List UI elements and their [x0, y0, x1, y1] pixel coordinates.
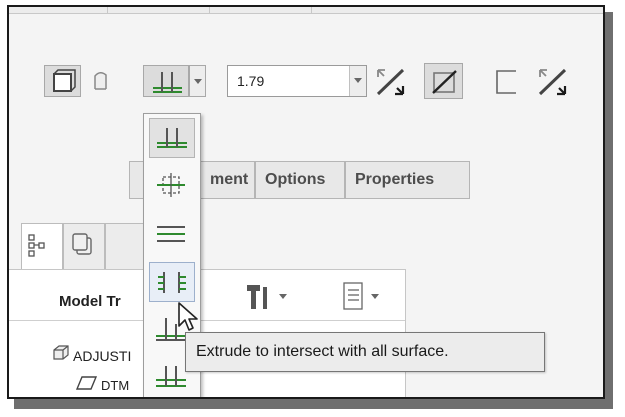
extrude-dashboard-window: 1.79 ment Options Properties Model Tr AD… [7, 5, 605, 399]
ribbon-divider [107, 7, 108, 13]
model-tree-title: Model Tr [59, 293, 121, 310]
solid-extrude-button[interactable] [44, 65, 81, 97]
chevron-down-icon [279, 294, 287, 299]
settings-tools-button[interactable] [241, 281, 277, 313]
remove-material-icon [432, 70, 457, 94]
depth-option-symmetric[interactable] [149, 166, 195, 206]
window-shadow-bottom [14, 399, 613, 409]
remove-material-button[interactable] [424, 63, 463, 99]
folder-browser-icon [72, 233, 92, 255]
top-ribbon-strip [9, 7, 603, 14]
flip-direction-icon [538, 68, 567, 96]
ribbon-divider [209, 7, 210, 13]
depth-value-input[interactable]: 1.79 [227, 65, 367, 97]
ribbon-divider [311, 7, 312, 13]
model-tree-icon [28, 234, 45, 257]
tab-properties-label: Properties [355, 171, 435, 188]
mouse-cursor-icon [177, 301, 205, 335]
tools-dropdown-arrow[interactable] [277, 290, 289, 302]
depth-through-all-icon [158, 272, 186, 293]
depth-option-tooltip: Extrude to intersect with all surface. [185, 332, 545, 372]
show-columns-button[interactable] [339, 279, 367, 313]
tree-item-datum[interactable]: DTM [101, 378, 129, 393]
depth-type-button[interactable] [143, 65, 189, 97]
thicken-sketch-icon [496, 70, 516, 94]
datum-plane-icon [76, 374, 98, 392]
depth-symmetric-icon [157, 173, 185, 197]
list-icon [343, 282, 363, 310]
depth-blind-icon [153, 72, 182, 93]
tools-icon [247, 285, 267, 309]
thicken-sketch-button[interactable] [489, 65, 523, 99]
flip-depth-direction-button[interactable] [371, 65, 411, 99]
depth-blind-icon [157, 128, 187, 148]
surface-extrude-button[interactable] [87, 65, 117, 97]
tab-folder-browser[interactable] [63, 223, 105, 269]
tab-options-label: Options [265, 171, 326, 188]
tab-options[interactable]: Options [255, 161, 345, 199]
columns-dropdown-arrow[interactable] [369, 290, 381, 302]
tab-favorites[interactable] [105, 223, 145, 269]
surface-icon [94, 72, 107, 90]
tree-header-divider [9, 320, 405, 321]
depth-option-through-next[interactable] [149, 214, 195, 254]
depth-value-dropdown-arrow[interactable] [349, 66, 366, 96]
tab-placement-label: ment [210, 171, 249, 188]
depth-through-next-icon [157, 226, 185, 242]
depth-type-dropdown-arrow[interactable] [189, 65, 206, 97]
depth-value-text: 1.79 [237, 73, 265, 89]
tab-properties[interactable]: Properties [345, 161, 470, 199]
depth-option-through-all[interactable] [149, 262, 195, 302]
chevron-down-icon [371, 294, 379, 299]
tree-item-part[interactable]: ADJUSTI [73, 348, 131, 364]
part-icon [51, 343, 71, 363]
flip-thickness-button[interactable] [533, 65, 573, 99]
solid-icon [53, 69, 76, 92]
depth-option-blind[interactable] [149, 118, 195, 158]
window-shadow-right [605, 12, 613, 409]
flip-direction-icon [376, 68, 405, 96]
tab-model-tree[interactable] [21, 223, 63, 270]
